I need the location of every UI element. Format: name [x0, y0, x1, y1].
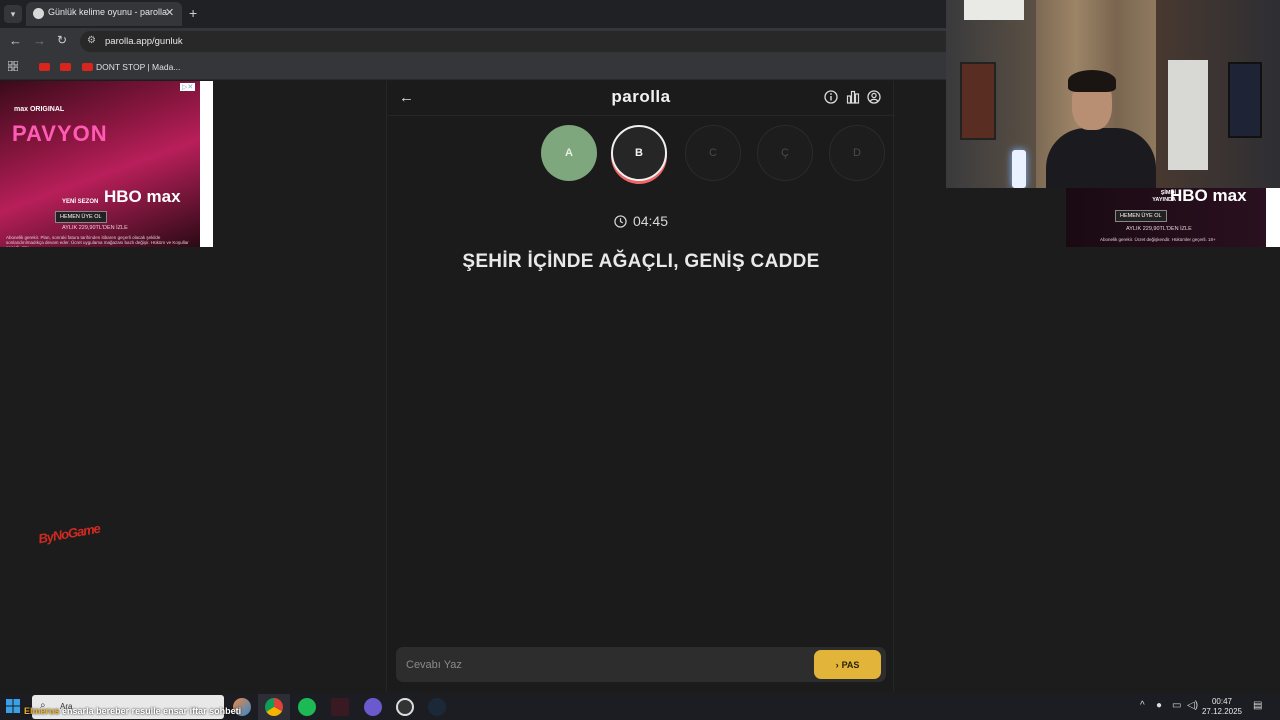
ad-logo: HBO max — [104, 187, 181, 206]
channel-logo: ByNoGame — [37, 520, 101, 547]
header-divider — [387, 115, 895, 116]
letter-circle-current: B — [611, 125, 667, 181]
microphone-icon[interactable]: ● — [1156, 700, 1162, 711]
ad-cta-button[interactable]: HEMEN ÜYE OL — [55, 211, 107, 223]
shelf — [1168, 60, 1208, 170]
stats-icon[interactable] — [846, 90, 860, 104]
chat-message: ensarla bereber resulle ensar iftar sohb… — [62, 706, 242, 716]
tab-close-icon[interactable]: ✕ — [165, 6, 174, 19]
answer-bar: › PAS — [396, 647, 886, 682]
chevron-right-icon: › — [835, 659, 839, 670]
ad-edge — [1266, 188, 1280, 247]
ad-banner-right[interactable]: ŞİMDİ YAYINDA HBO max HEMEN ÜYE OL AYLIK… — [1066, 186, 1266, 247]
info-icon[interactable] — [824, 90, 838, 104]
letter-circle-done: A — [541, 125, 597, 181]
youtube-bookmark-icon[interactable] — [82, 63, 93, 71]
tray-expand-icon[interactable]: ^ — [1140, 700, 1145, 711]
url-text: parolla.app/gunluk — [105, 36, 183, 47]
forward-button[interactable]: → — [33, 33, 46, 48]
desk-light — [1012, 150, 1026, 188]
ad-show-title: PAVYON — [12, 121, 108, 146]
poster — [1228, 62, 1262, 138]
streamer-body — [1046, 128, 1156, 188]
obs-icon[interactable] — [396, 698, 414, 716]
browser-tab-bar: ▾ Günlük kelime oyunu - parolla ✕ + — [0, 0, 946, 28]
letter-circle-pending: Ç — [757, 125, 813, 181]
ad-disclaimer: Abonelik gerekir. Plan, sonraki fatura t… — [6, 235, 189, 247]
letter-circle-pending: C — [685, 125, 741, 181]
air-conditioner — [964, 0, 1024, 20]
address-bar[interactable]: ⚙ parolla.app/gunluk — [80, 31, 946, 52]
letter-circle-pending: D — [829, 125, 885, 181]
clock-icon — [614, 215, 627, 228]
ad-edge — [200, 81, 213, 247]
favicon-icon — [33, 8, 44, 19]
app-title: parolla — [611, 87, 671, 106]
poster — [960, 62, 996, 140]
bookmarks-bar: DONT STOP | Mada... — [0, 55, 946, 80]
ad-season: YENİ SEZON — [62, 199, 99, 205]
clue-text: ŞEHİR İÇİNDE AĞAÇLI, GENİŞ CADDE — [462, 251, 820, 272]
game-panel: ← parolla A B C Ç D 04:45 ŞEHİR İÇİNDE A… — [386, 81, 895, 692]
back-button[interactable]: ← — [9, 33, 22, 48]
steam-icon[interactable] — [428, 698, 446, 716]
streamer-hair — [1068, 70, 1116, 92]
youtube-bookmark-icon[interactable] — [39, 63, 50, 71]
ad-choices-icon[interactable]: ▷✕ — [180, 83, 196, 91]
tab-title: Günlük kelime oyunu - parolla — [48, 7, 168, 17]
youtube-bookmark-icon[interactable] — [60, 63, 71, 71]
answer-input[interactable] — [406, 655, 806, 675]
ad-banner-left[interactable]: ▷✕ max ORIGINAL PAVYON YENİ SEZON HBO ma… — [0, 81, 200, 247]
ad-disclaimer: Abonelik gerekir. Ücret değişkendir. Hük… — [1100, 237, 1216, 242]
webcam-overlay — [946, 0, 1280, 188]
ad-brand: max ORIGINAL — [14, 106, 65, 113]
browser-tab-active[interactable]: Günlük kelime oyunu - parolla ✕ — [26, 2, 182, 26]
site-info-icon[interactable]: ⚙ — [87, 35, 96, 46]
ad-logo: HBO max — [1170, 186, 1247, 205]
network-icon[interactable]: ▭ — [1172, 700, 1181, 711]
ad-price: AYLIK 229,90TL'DEN İZLE — [1126, 226, 1192, 232]
clock[interactable]: 00:47 27.12.2025 — [1200, 697, 1244, 717]
chat-ticker: Elmerus ensarla bereber resulle ensar if… — [24, 706, 241, 716]
pass-label: PAS — [841, 659, 860, 670]
app-icon[interactable] — [331, 698, 349, 716]
reload-button[interactable]: ↻ — [57, 33, 67, 47]
ad-cta-button[interactable]: HEMEN ÜYE OL — [1115, 210, 1167, 222]
chrome-icon[interactable] — [265, 698, 283, 716]
spotify-icon[interactable] — [298, 698, 316, 716]
apps-grid-icon[interactable] — [8, 61, 18, 71]
bookmark-label[interactable]: DONT STOP | Mada... — [96, 62, 180, 72]
pass-button[interactable]: › PAS — [814, 650, 881, 679]
ad-price: AYLIK 229,90TL'DEN İZLE — [62, 225, 128, 231]
browser-toolbar: ← → ↻ ⚙ parolla.app/gunluk — [0, 28, 946, 55]
timer: 04:45 — [387, 213, 895, 229]
timer-value: 04:45 — [632, 213, 669, 229]
profile-icon[interactable] — [867, 90, 881, 104]
discord-icon[interactable] — [364, 698, 382, 716]
clock-date: 27.12.2025 — [1201, 707, 1243, 716]
chat-username: Elmerus — [24, 706, 60, 716]
notifications-icon[interactable]: ▤ — [1253, 700, 1262, 711]
tab-search-dropdown-button[interactable]: ▾ — [4, 5, 22, 23]
volume-icon[interactable]: ◁) — [1187, 700, 1198, 711]
windows-start-icon[interactable] — [6, 699, 20, 713]
clock-time: 00:47 — [1211, 697, 1233, 706]
new-tab-button[interactable]: + — [189, 5, 197, 21]
